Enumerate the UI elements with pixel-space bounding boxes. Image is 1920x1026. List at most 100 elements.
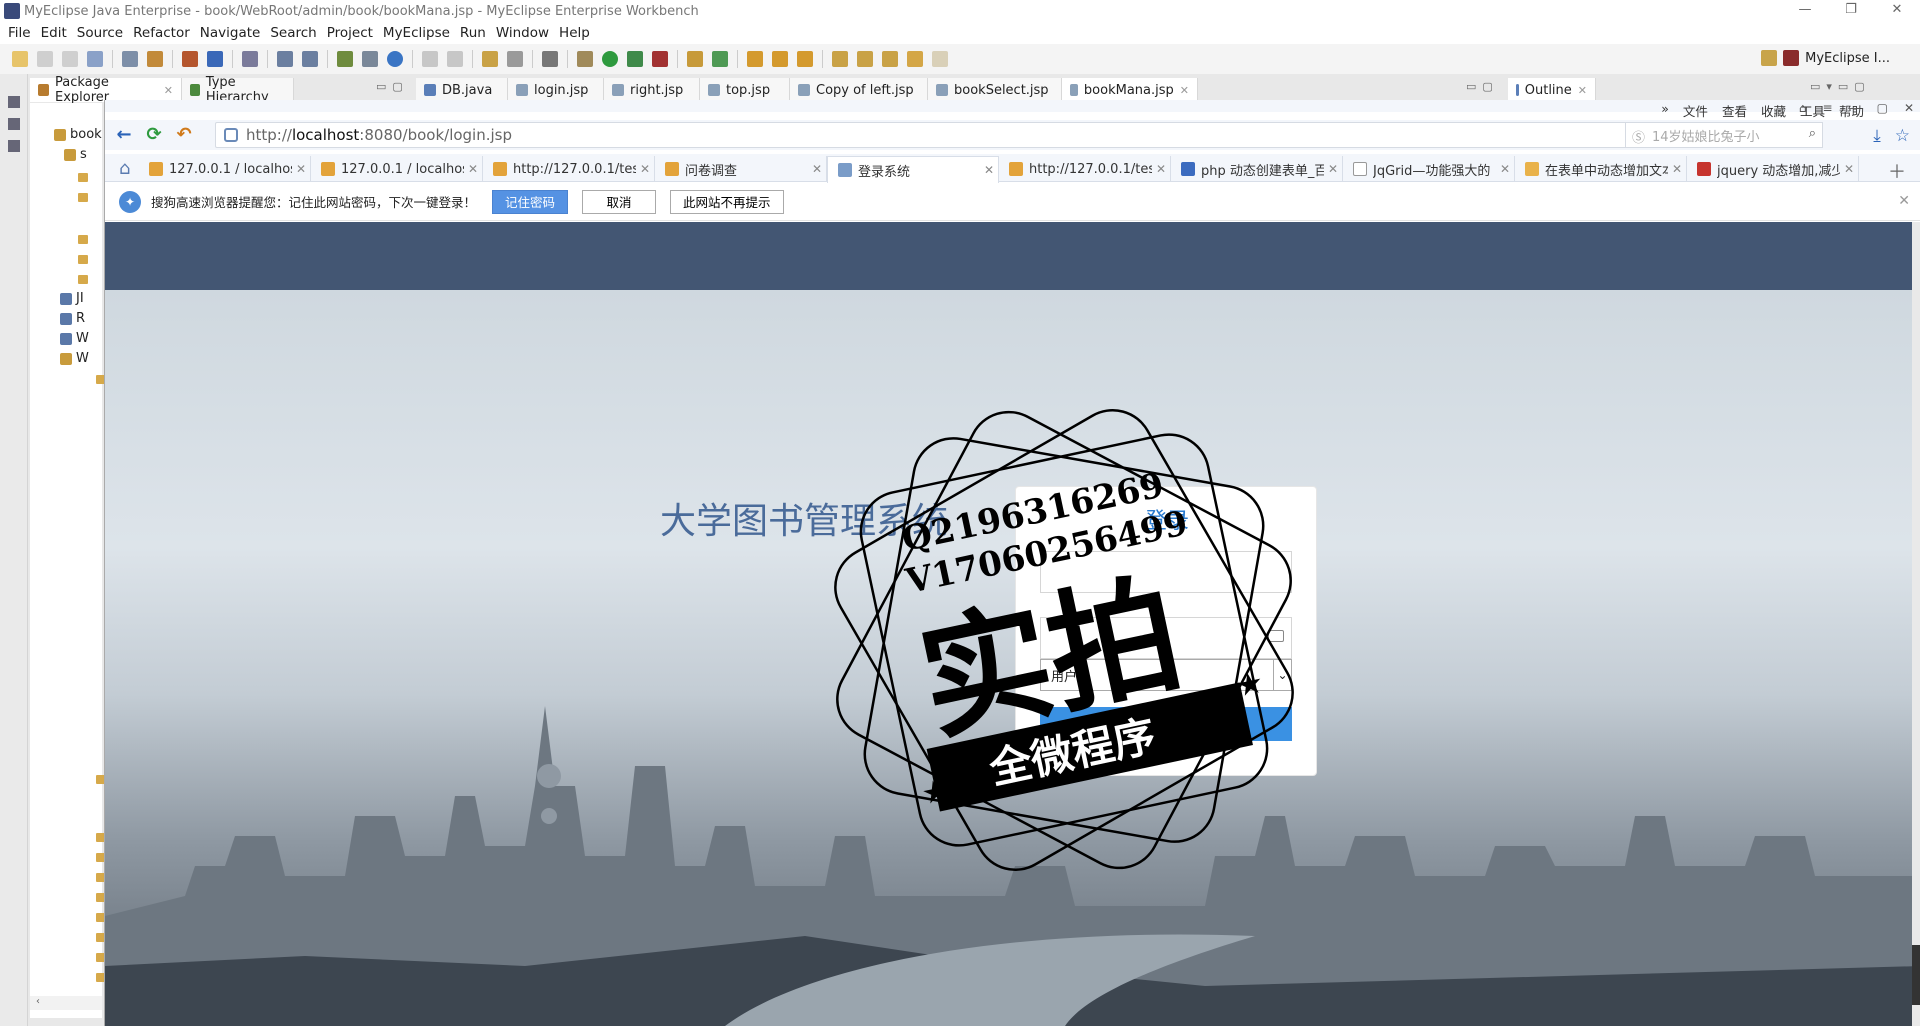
back-history-icon[interactable] bbox=[422, 51, 438, 67]
browser-tab[interactable]: 127.0.0.1 / localhost ✕ bbox=[139, 156, 311, 182]
problems-view-icon[interactable] bbox=[8, 140, 20, 152]
tree-row[interactable]: W bbox=[60, 331, 89, 346]
last-edit-icon[interactable] bbox=[882, 51, 898, 67]
vertical-scrollbar[interactable] bbox=[1912, 222, 1920, 1026]
next-annotation-icon[interactable] bbox=[832, 51, 848, 67]
open-resource-icon[interactable] bbox=[362, 51, 378, 67]
search-file-icon[interactable] bbox=[797, 51, 813, 67]
run-config-icon[interactable] bbox=[627, 51, 643, 67]
horizontal-scrollbar[interactable]: ‹ bbox=[30, 996, 102, 1010]
tree-row[interactable]: R bbox=[60, 311, 85, 326]
browser-tab[interactable]: 127.0.0.1 / localhost ✕ bbox=[311, 156, 483, 182]
save-all-icon[interactable] bbox=[62, 51, 78, 67]
browser-menu-view[interactable]: 查看 bbox=[1722, 101, 1747, 120]
tools-icon[interactable] bbox=[507, 51, 523, 67]
package-icon[interactable] bbox=[78, 255, 88, 264]
jar-icon[interactable] bbox=[207, 51, 223, 67]
forward-history-icon[interactable] bbox=[447, 51, 463, 67]
menu-refactor[interactable]: Refactor bbox=[133, 25, 190, 41]
browser-tab[interactable]: 在表单中动态增加文本 ✕ bbox=[1515, 156, 1687, 182]
download-icon[interactable]: ⤓ bbox=[1873, 126, 1881, 146]
perspective-switcher[interactable]: MyEclipse I... bbox=[1761, 50, 1890, 66]
tree-row[interactable]: JI bbox=[60, 291, 84, 306]
search-icon[interactable]: ⌕ bbox=[1809, 126, 1816, 141]
editor-tab-db-java[interactable]: DB.java bbox=[416, 78, 508, 102]
cancel-button[interactable]: 取消 bbox=[582, 189, 657, 214]
database-icon[interactable] bbox=[242, 51, 258, 67]
close-tab-icon[interactable]: ✕ bbox=[1496, 162, 1514, 176]
refresh-icon[interactable]: ⟳ bbox=[143, 124, 165, 146]
save-icon[interactable] bbox=[37, 51, 53, 67]
skin-icon[interactable]: ⌂ bbox=[1799, 101, 1807, 115]
close-icon[interactable]: ✕ bbox=[1904, 101, 1914, 115]
new-icon[interactable] bbox=[12, 51, 28, 67]
tree-row[interactable]: s bbox=[64, 147, 87, 162]
new-tab-button[interactable]: ＋ bbox=[1888, 158, 1906, 184]
close-tab-icon[interactable]: ✕ bbox=[636, 162, 654, 176]
menu-edit[interactable]: Edit bbox=[41, 25, 67, 41]
left-view-controls[interactable]: ▭▢ bbox=[376, 80, 409, 93]
restore-button[interactable]: ❐ bbox=[1828, 0, 1874, 22]
undo-icon[interactable]: ↶ bbox=[173, 124, 195, 146]
close-tab-icon[interactable]: ✕ bbox=[292, 162, 310, 176]
browser-menu-more[interactable]: » bbox=[1661, 101, 1669, 120]
tree-project-book[interactable]: book bbox=[54, 127, 102, 142]
package-icon[interactable] bbox=[78, 173, 88, 182]
tab-package-explorer[interactable]: Package Explorer ✕ bbox=[30, 75, 182, 105]
minimize-icon[interactable]: — bbox=[1849, 101, 1861, 115]
close-window-button[interactable]: ✕ bbox=[1874, 0, 1920, 22]
package-icon[interactable] bbox=[78, 193, 88, 202]
browser-tab[interactable]: http://127.0.0.1/test ✕ bbox=[483, 156, 655, 182]
tab-type-hierarchy[interactable]: Type Hierarchy bbox=[182, 75, 294, 105]
restore-view-icon[interactable] bbox=[8, 96, 20, 108]
editor-controls[interactable]: ▭▢ bbox=[1466, 80, 1499, 93]
maximize-icon[interactable]: ▢ bbox=[1877, 101, 1888, 115]
new-java-project-icon[interactable] bbox=[687, 51, 703, 67]
back-arrow-icon[interactable]: ← bbox=[113, 124, 135, 146]
prev-annotation-icon[interactable] bbox=[857, 51, 873, 67]
close-icon[interactable]: ✕ bbox=[1578, 84, 1587, 97]
menu-search[interactable]: Search bbox=[270, 25, 316, 41]
favorites-star-icon[interactable]: ☆ bbox=[1895, 126, 1910, 146]
remember-password-button[interactable]: 记住密码 bbox=[492, 189, 569, 214]
browser-menu-file[interactable]: 文件 bbox=[1683, 101, 1708, 120]
browser-tab-active[interactable]: 登录系统 ✕ bbox=[827, 156, 999, 183]
editor-tab-top-jsp[interactable]: top.jsp bbox=[700, 78, 790, 102]
server-icon[interactable] bbox=[122, 51, 138, 67]
close-bar-icon[interactable]: ✕ bbox=[1898, 193, 1910, 209]
tree-row[interactable]: W bbox=[60, 351, 89, 366]
editor-tab-copy-of-left-jsp[interactable]: Copy of left.jsp bbox=[790, 78, 928, 102]
search-input[interactable]: Ⓢ 14岁姑娘比兔子小 ⌕ bbox=[1625, 122, 1823, 148]
browser-tool-icon[interactable] bbox=[542, 51, 558, 67]
servers-icon[interactable] bbox=[482, 51, 498, 67]
close-tab-icon[interactable]: ✕ bbox=[1840, 162, 1858, 176]
outline-controls[interactable]: ▭▾▭▢ bbox=[1810, 80, 1871, 93]
globe-icon[interactable] bbox=[387, 51, 403, 67]
annotation-icon[interactable] bbox=[772, 51, 788, 67]
print-icon[interactable] bbox=[87, 51, 103, 67]
close-icon[interactable]: ✕ bbox=[1180, 84, 1189, 97]
menu-file[interactable]: File bbox=[8, 25, 31, 41]
open-type-icon[interactable] bbox=[337, 51, 353, 67]
editor-tab-bookmana-jsp[interactable]: bookMana.jsp ✕ bbox=[1062, 78, 1198, 102]
menu-icon[interactable]: ≡ bbox=[1823, 101, 1833, 115]
editor-tab-bookselect-jsp[interactable]: bookSelect.jsp bbox=[928, 78, 1062, 102]
external-tools-icon[interactable] bbox=[652, 51, 668, 67]
close-tab-icon[interactable]: ✕ bbox=[980, 163, 998, 177]
menu-window[interactable]: Window bbox=[496, 25, 549, 41]
close-tab-icon[interactable]: ✕ bbox=[464, 162, 482, 176]
search-tool-icon[interactable] bbox=[302, 51, 318, 67]
close-tab-icon[interactable]: ✕ bbox=[1324, 162, 1342, 176]
browser-tab[interactable]: 问卷调查 ✕ bbox=[655, 156, 827, 182]
new-class-icon[interactable] bbox=[712, 51, 728, 67]
close-tab-icon[interactable]: ✕ bbox=[1152, 162, 1170, 176]
forward-icon[interactable] bbox=[932, 51, 948, 67]
address-bar[interactable]: http://localhost:8080/book/login.jsp ℯ ☆ bbox=[215, 122, 1715, 148]
home-icon[interactable]: ⌂ bbox=[119, 158, 130, 179]
run-icon[interactable] bbox=[602, 51, 618, 67]
scrollbar-thumb[interactable] bbox=[1912, 945, 1920, 1005]
browser-menu-favorites[interactable]: 收藏 bbox=[1761, 101, 1786, 120]
menu-run[interactable]: Run bbox=[460, 25, 486, 41]
menu-project[interactable]: Project bbox=[327, 25, 373, 41]
back-icon[interactable] bbox=[907, 51, 923, 67]
